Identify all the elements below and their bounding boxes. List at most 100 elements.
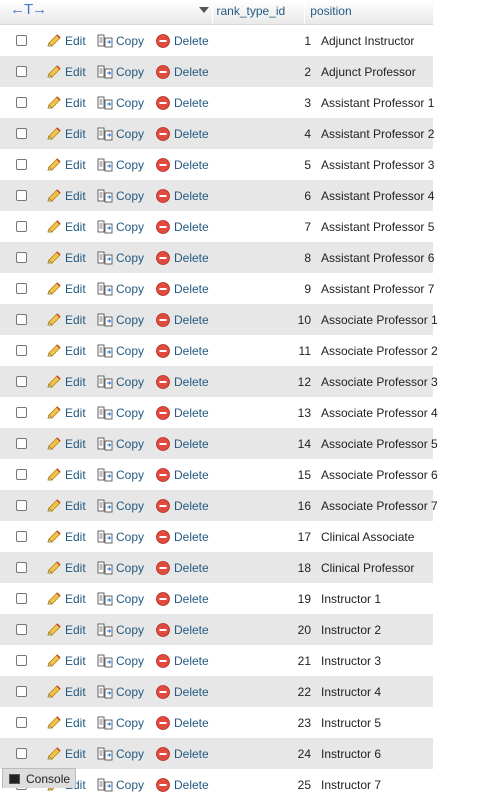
copy-link[interactable]: Copy [97,95,155,111]
copy-link[interactable]: Copy [97,64,155,80]
edit-link[interactable]: Edit [46,312,97,328]
edit-link[interactable]: Edit [46,467,97,483]
edit-link[interactable]: Edit [46,95,97,111]
delete-link[interactable]: Delete [155,343,223,359]
copy-link[interactable]: Copy [97,653,155,669]
delete-link[interactable]: Delete [155,219,223,235]
delete-link[interactable]: Delete [155,64,223,80]
console-button[interactable]: Console [2,768,76,788]
edit-link[interactable]: Edit [46,653,97,669]
delete-link[interactable]: Delete [155,157,223,173]
delete-link[interactable]: Delete [155,591,223,607]
delete-link[interactable]: Delete [155,374,223,390]
row-checkbox[interactable] [16,407,27,418]
copy-link[interactable]: Copy [97,374,155,390]
edit-link[interactable]: Edit [46,622,97,638]
edit-link[interactable]: Edit [46,219,97,235]
edit-link[interactable]: Edit [46,250,97,266]
copy-link[interactable]: Copy [97,281,155,297]
delete-link[interactable]: Delete [155,188,223,204]
copy-link[interactable]: Copy [97,436,155,452]
delete-link[interactable]: Delete [155,95,223,111]
row-checkbox[interactable] [16,438,27,449]
copy-link[interactable]: Copy [97,498,155,514]
copy-link[interactable]: Copy [97,684,155,700]
delete-link[interactable]: Delete [155,250,223,266]
delete-link[interactable]: Delete [155,498,223,514]
row-checkbox[interactable] [16,159,27,170]
row-checkbox[interactable] [16,252,27,263]
row-checkbox[interactable] [16,345,27,356]
copy-link[interactable]: Copy [97,560,155,576]
options-dropdown-icon[interactable] [198,7,209,13]
copy-link[interactable]: Copy [97,467,155,483]
row-checkbox[interactable] [16,655,27,666]
delete-link[interactable]: Delete [155,746,223,762]
copy-link[interactable]: Copy [97,33,155,49]
row-checkbox[interactable] [16,314,27,325]
copy-link[interactable]: Copy [97,746,155,762]
edit-link[interactable]: Edit [46,281,97,297]
delete-link[interactable]: Delete [155,715,223,731]
row-checkbox[interactable] [16,531,27,542]
copy-link[interactable]: Copy [97,777,155,793]
copy-link[interactable]: Copy [97,343,155,359]
row-checkbox[interactable] [16,624,27,635]
edit-link[interactable]: Edit [46,343,97,359]
copy-link[interactable]: Copy [97,622,155,638]
delete-link[interactable]: Delete [155,622,223,638]
edit-link[interactable]: Edit [46,405,97,421]
copy-link[interactable]: Copy [97,312,155,328]
row-checkbox[interactable] [16,562,27,573]
edit-link[interactable]: Edit [46,529,97,545]
edit-link[interactable]: Edit [46,188,97,204]
copy-link[interactable]: Copy [97,157,155,173]
delete-link[interactable]: Delete [155,467,223,483]
edit-link[interactable]: Edit [46,126,97,142]
row-checkbox[interactable] [16,35,27,46]
row-checkbox[interactable] [16,717,27,728]
edit-link[interactable]: Edit [46,374,97,390]
edit-link[interactable]: Edit [46,684,97,700]
copy-link[interactable]: Copy [97,715,155,731]
delete-link[interactable]: Delete [155,560,223,576]
copy-link[interactable]: Copy [97,591,155,607]
edit-link[interactable]: Edit [46,436,97,452]
copy-link[interactable]: Copy [97,126,155,142]
edit-link[interactable]: Edit [46,591,97,607]
delete-link[interactable]: Delete [155,436,223,452]
delete-link[interactable]: Delete [155,281,223,297]
edit-link[interactable]: Edit [46,498,97,514]
delete-link[interactable]: Delete [155,529,223,545]
delete-link[interactable]: Delete [155,312,223,328]
edit-link[interactable]: Edit [46,64,97,80]
copy-link[interactable]: Copy [97,405,155,421]
row-checkbox[interactable] [16,221,27,232]
delete-link[interactable]: Delete [155,33,223,49]
row-checkbox[interactable] [16,469,27,480]
copy-link[interactable]: Copy [97,219,155,235]
edit-link[interactable]: Edit [46,746,97,762]
edit-link[interactable]: Edit [46,157,97,173]
delete-link[interactable]: Delete [155,126,223,142]
row-checkbox[interactable] [16,66,27,77]
delete-link[interactable]: Delete [155,777,223,793]
column-resize-arrows-icon[interactable]: ←T→ [10,1,47,18]
row-checkbox[interactable] [16,593,27,604]
edit-link[interactable]: Edit [46,560,97,576]
row-checkbox[interactable] [16,376,27,387]
row-checkbox[interactable] [16,283,27,294]
delete-link[interactable]: Delete [155,684,223,700]
row-checkbox[interactable] [16,128,27,139]
column-header-position[interactable]: position [305,0,433,24]
row-checkbox[interactable] [16,97,27,108]
delete-link[interactable]: Delete [155,653,223,669]
column-header-rank-type-id[interactable]: rank_type_id [213,0,306,24]
row-checkbox[interactable] [16,500,27,511]
row-checkbox[interactable] [16,190,27,201]
copy-link[interactable]: Copy [97,188,155,204]
copy-link[interactable]: Copy [97,250,155,266]
edit-link[interactable]: Edit [46,715,97,731]
row-checkbox[interactable] [16,748,27,759]
row-checkbox[interactable] [16,686,27,697]
